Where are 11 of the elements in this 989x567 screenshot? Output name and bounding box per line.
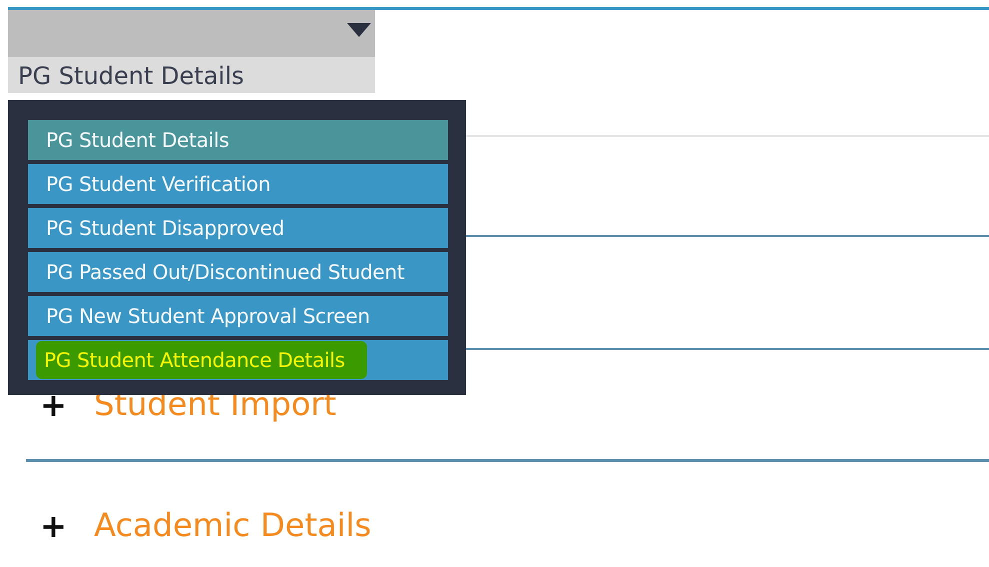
menu-item[interactable]: PG Student Disapproved (28, 208, 448, 248)
caret-icon[interactable] (347, 22, 371, 36)
menu-item[interactable]: PG Student Attendance Details (28, 340, 448, 380)
menu-item[interactable]: PG Student Verification (28, 164, 448, 204)
menu-item[interactable]: PG New Student Approval Screen (28, 296, 448, 336)
highlighter-mark: PG Student Attendance Details (36, 341, 367, 379)
menu-item[interactable]: PG Student Details (28, 120, 448, 160)
section-title[interactable]: Academic Details (94, 508, 372, 544)
menu-item[interactable]: PG Passed Out/Discontinued Student (28, 252, 448, 292)
expand-toggle[interactable]: + (40, 510, 94, 542)
selected-option: PG Student Details (8, 57, 375, 93)
